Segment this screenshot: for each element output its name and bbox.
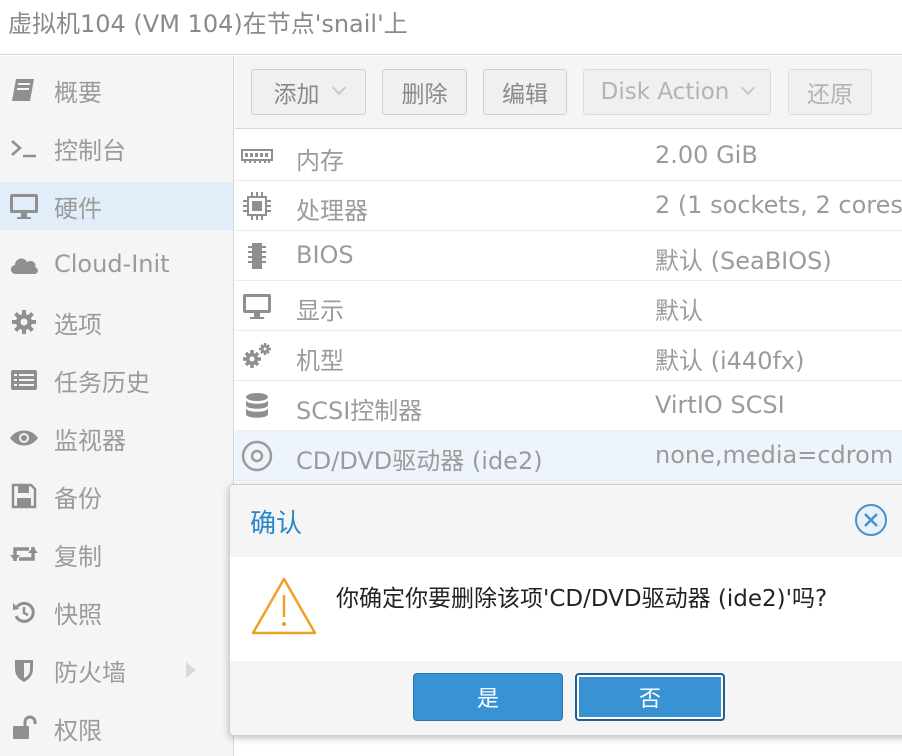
- sidebar-item-label: 防火墙: [54, 658, 126, 687]
- terminal-icon: [8, 132, 40, 164]
- desktop-icon: [241, 290, 273, 322]
- close-icon[interactable]: [854, 503, 888, 537]
- history-icon: [8, 596, 40, 628]
- sidebar-item-label: 监视器: [54, 426, 126, 455]
- hardware-value: 2 (1 sockets, 2 cores): [655, 191, 902, 219]
- sidebar-item-label: 复制: [54, 542, 102, 571]
- sidebar-item-console[interactable]: 控制台: [0, 124, 233, 172]
- hardware-value: 默认 (SeaBIOS): [655, 247, 832, 275]
- window-title: 虚拟机104 (VM 104)在节点'snail'上: [8, 10, 408, 38]
- add-button-label: 添加: [273, 82, 320, 108]
- dialog-footer: 是 否: [230, 661, 902, 735]
- desktop-icon: [8, 190, 40, 222]
- hardware-row-memory[interactable]: 内存 2.00 GiB: [235, 131, 902, 181]
- floppy-icon: [8, 480, 40, 512]
- unlock-icon: [8, 712, 40, 744]
- yes-button-label: 是: [476, 687, 499, 712]
- sidebar-item-cloud-init[interactable]: Cloud-Init: [0, 240, 233, 288]
- hardware-value: 2.00 GiB: [655, 141, 758, 169]
- add-button[interactable]: 添加: [251, 69, 366, 115]
- confirm-dialog: 确认 你确定你要删除该项'CD/DVD驱动器 (ide2)'吗? 是 否: [229, 484, 902, 736]
- eye-icon: [8, 422, 40, 454]
- hardware-name: BIOS: [296, 241, 354, 269]
- hardware-row-bios[interactable]: BIOS 默认 (SeaBIOS): [235, 231, 902, 281]
- sidebar-item-task-history[interactable]: 任务历史: [0, 356, 233, 404]
- dialog-title: 确认: [250, 509, 303, 539]
- sidebar-item-label: 选项: [54, 310, 102, 339]
- disc-icon: [241, 440, 273, 472]
- sidebar-item-label: 硬件: [54, 194, 102, 223]
- hardware-value: VirtIO SCSI: [655, 391, 785, 419]
- sidebar-item-label: 概要: [54, 78, 102, 107]
- retweet-icon: [8, 538, 40, 570]
- hardware-value: 默认: [655, 297, 703, 325]
- hardware-name: 显示: [296, 297, 344, 325]
- sidebar-item-label: Cloud-Init: [54, 250, 170, 278]
- chip-icon: [241, 240, 273, 272]
- yes-button[interactable]: 是: [413, 673, 563, 721]
- warning-icon: [250, 575, 318, 641]
- book-icon: [8, 74, 40, 106]
- sidebar-item-replication[interactable]: 复制: [0, 530, 233, 578]
- dialog-header: 确认: [230, 485, 902, 557]
- sidebar-item-label: 任务历史: [54, 368, 150, 397]
- delete-button[interactable]: 删除: [382, 69, 467, 115]
- dialog-body: 你确定你要删除该项'CD/DVD驱动器 (ide2)'吗?: [230, 557, 902, 661]
- hardware-name: 机型: [296, 347, 344, 375]
- hardware-name: SCSI控制器: [296, 397, 423, 425]
- chevron-down-icon: [741, 80, 756, 96]
- hardware-row-display[interactable]: 显示 默认: [235, 281, 902, 331]
- no-button[interactable]: 否: [575, 673, 725, 721]
- sidebar-item-hardware[interactable]: 硬件: [0, 182, 233, 230]
- shield-icon: [8, 654, 40, 686]
- sidebar-item-firewall[interactable]: 防火墙: [0, 646, 233, 694]
- cpu-icon: [241, 190, 273, 222]
- revert-button-label: 还原: [807, 82, 853, 108]
- edit-button[interactable]: 编辑: [483, 69, 567, 115]
- hardware-name: 内存: [296, 147, 344, 175]
- sidebar-item-backup[interactable]: 备份: [0, 472, 233, 520]
- submenu-arrow-icon[interactable]: [186, 662, 196, 678]
- sidebar-item-label: 权限: [54, 716, 102, 745]
- delete-button-label: 删除: [401, 82, 448, 108]
- gear-icon: [8, 306, 40, 338]
- sidebar-item-label: 快照: [54, 600, 102, 629]
- sidebar-item-options[interactable]: 选项: [0, 298, 233, 346]
- no-button-label: 否: [638, 687, 661, 712]
- gears-icon: [241, 340, 273, 372]
- sidebar-item-summary[interactable]: 概要: [0, 66, 233, 114]
- toolbar: 添加 删除 编辑 Disk Action 还原: [235, 56, 902, 129]
- disk-action-label: Disk Action: [600, 79, 730, 105]
- hardware-value: none,media=cdrom: [655, 441, 894, 469]
- hardware-row-scsi-controller[interactable]: SCSI控制器 VirtIO SCSI: [235, 381, 902, 431]
- cloud-icon: [8, 248, 40, 280]
- sidebar-item-snapshots[interactable]: 快照: [0, 588, 233, 636]
- hardware-name: 处理器: [296, 197, 368, 225]
- hardware-row-processor[interactable]: 处理器 2 (1 sockets, 2 cores): [235, 181, 902, 231]
- sidebar: 概要 控制台 硬件 Cloud-Init 选项 任务历史 监视器 备份 复制 快…: [0, 56, 234, 756]
- sidebar-item-label: 控制台: [54, 136, 126, 165]
- sidebar-item-monitor[interactable]: 监视器: [0, 414, 233, 462]
- hardware-name: CD/DVD驱动器 (ide2): [296, 447, 543, 475]
- hardware-row-machine[interactable]: 机型 默认 (i440fx): [235, 331, 902, 381]
- disk-action-button[interactable]: Disk Action: [583, 69, 771, 115]
- chevron-down-icon: [331, 80, 346, 96]
- revert-button[interactable]: 还原: [788, 69, 872, 115]
- list-icon: [8, 364, 40, 396]
- dialog-message: 你确定你要删除该项'CD/DVD驱动器 (ide2)'吗?: [336, 586, 828, 612]
- hardware-value: 默认 (i440fx): [655, 347, 805, 375]
- hardware-row-cdrom[interactable]: CD/DVD驱动器 (ide2) none,media=cdrom: [235, 431, 902, 481]
- database-icon: [241, 390, 273, 422]
- sidebar-item-label: 备份: [54, 484, 102, 513]
- window-header: 虚拟机104 (VM 104)在节点'snail'上: [0, 0, 902, 55]
- sidebar-item-permissions[interactable]: 权限: [0, 704, 233, 752]
- edit-button-label: 编辑: [502, 82, 548, 108]
- memory-icon: [241, 140, 273, 172]
